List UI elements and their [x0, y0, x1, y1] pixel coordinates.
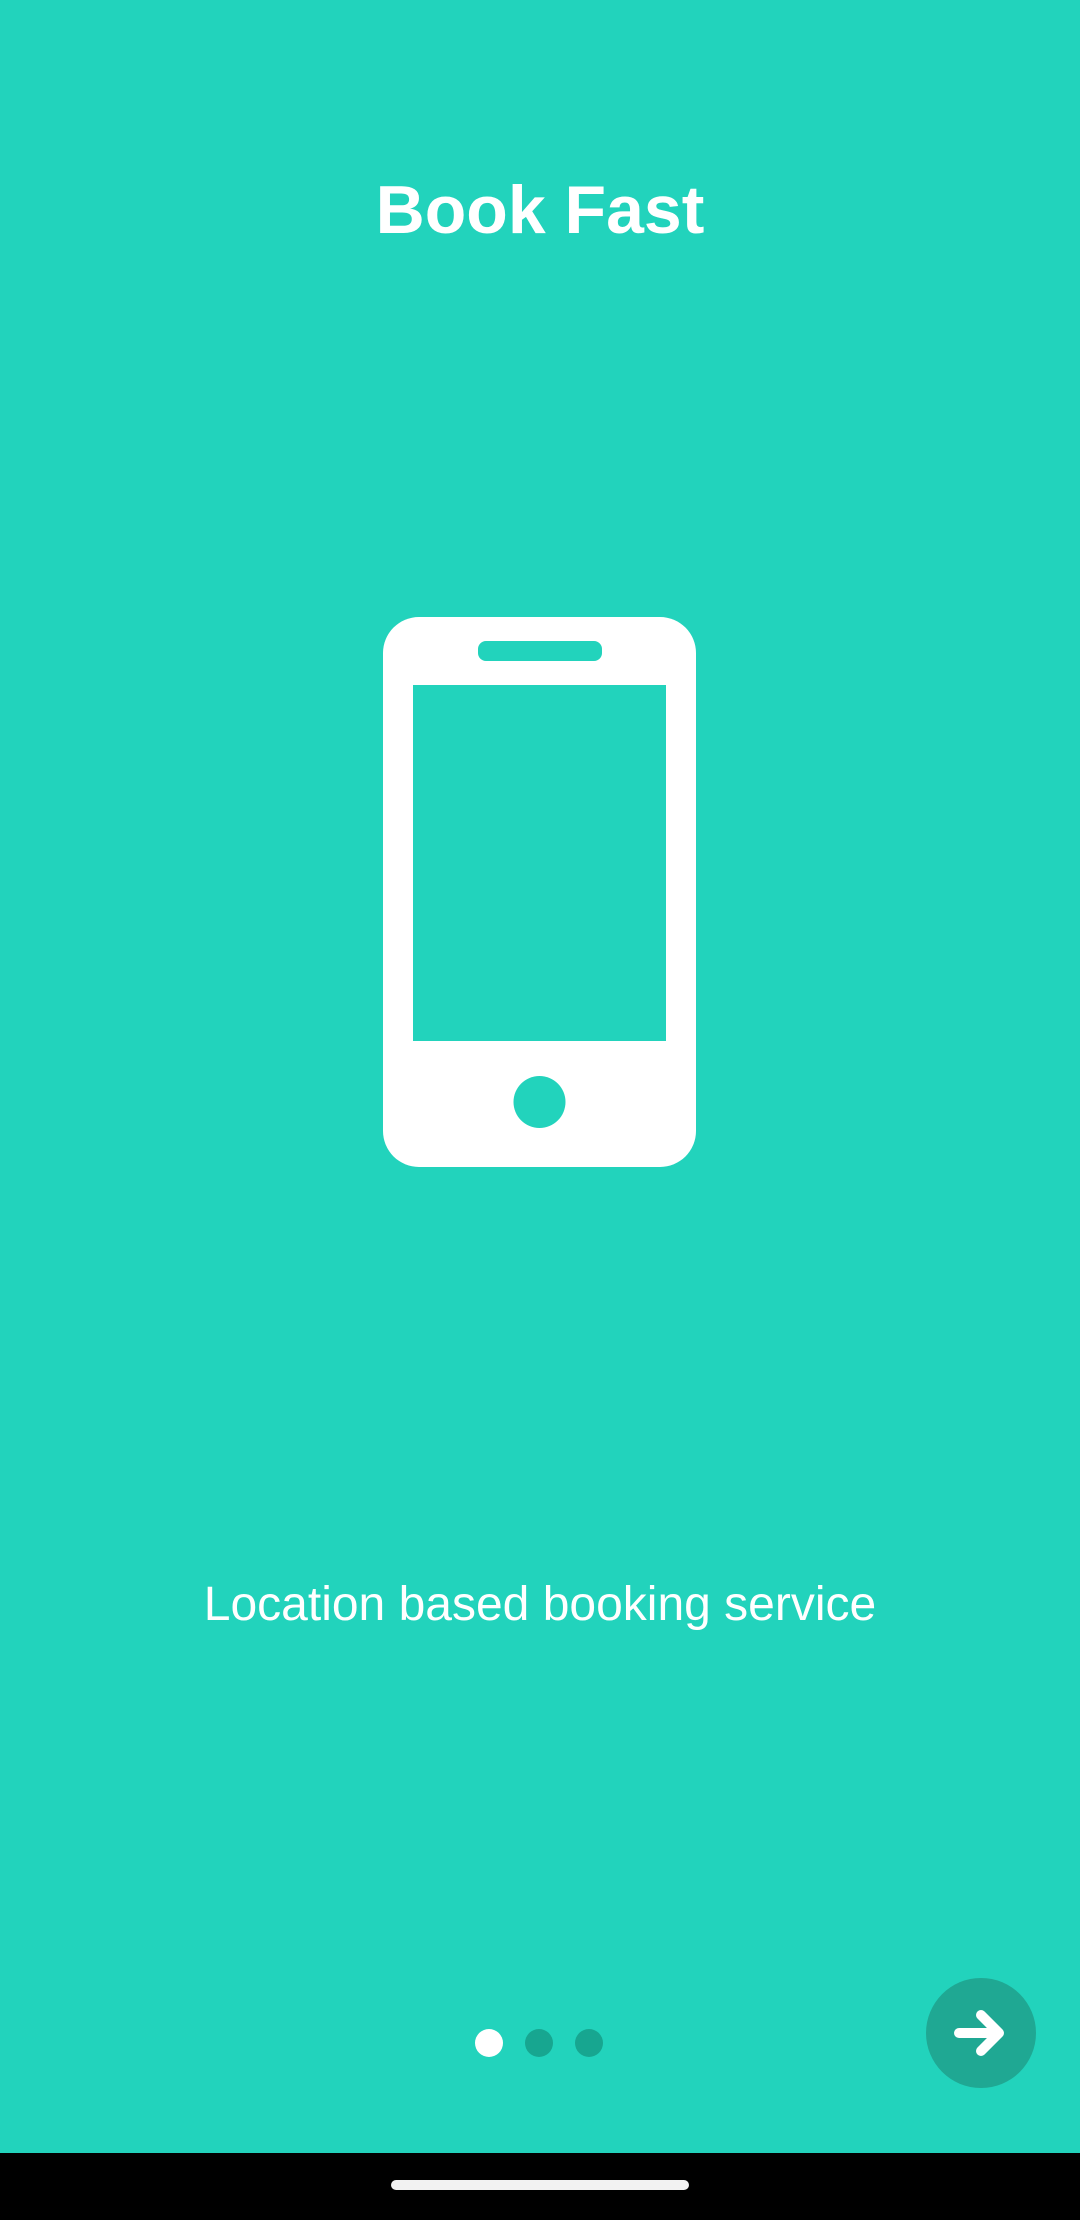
home-gesture-handle[interactable] — [391, 2180, 689, 2190]
onboarding-description: Location based booking service — [203, 1578, 877, 1631]
next-button[interactable] — [926, 1978, 1036, 2088]
page-dot-1-active[interactable] — [475, 2029, 503, 2057]
page-title: Book Fast — [375, 172, 705, 248]
page-dot-2[interactable] — [525, 2029, 553, 2057]
smartphone-icon — [383, 617, 696, 1167]
arrow-right-icon — [954, 2010, 1004, 2056]
onboarding-screen: Book Fast Location based booking service — [0, 0, 1080, 2153]
page-dot-3[interactable] — [575, 2029, 603, 2057]
